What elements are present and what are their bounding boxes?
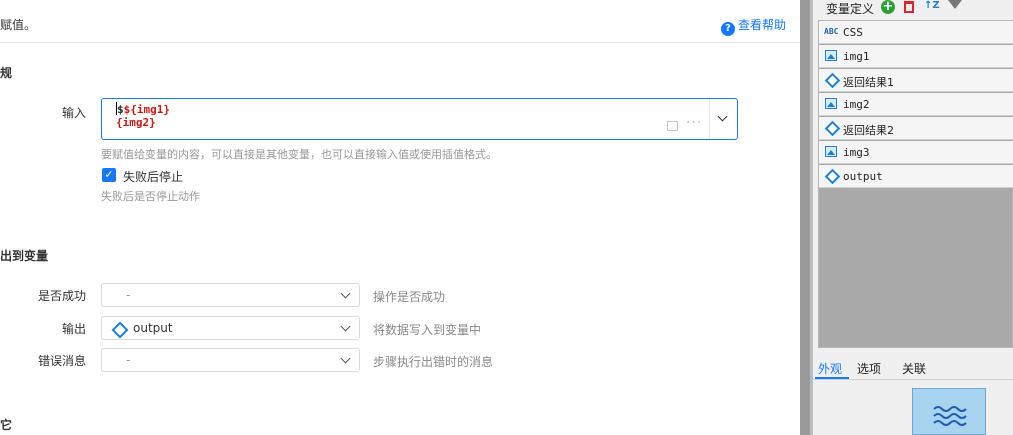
section-title-other: 它	[0, 418, 13, 432]
image-type-icon	[825, 98, 837, 109]
active-tab-indicator	[815, 377, 849, 379]
variable-name: img3	[843, 146, 870, 159]
variable-diamond-icon	[111, 321, 129, 339]
chevron-down-icon	[340, 321, 351, 332]
variable-name: img2	[843, 98, 870, 111]
output-label-output: 输出	[61, 322, 86, 336]
variable-row[interactable]: output	[819, 165, 1013, 188]
input-divider	[709, 99, 710, 139]
section-title-rule: 规	[0, 66, 13, 80]
variable-row[interactable]: img3	[819, 141, 1013, 164]
help-link-label: 查看帮助	[738, 18, 787, 32]
stop-on-fail-checkbox[interactable]: ✓	[102, 168, 116, 182]
section-title-output: 出到变量	[0, 249, 49, 263]
dialog-description: 赋值。	[0, 18, 37, 32]
image-type-icon	[825, 146, 837, 157]
input-hint: 要赋值给变量的内容，可以直接是其他变量，也可以直接输入值或使用插值格式。	[101, 148, 497, 161]
output-label-error: 错误消息	[37, 354, 86, 368]
input-value-editor[interactable]: $${img1} {img2} ···	[101, 98, 738, 140]
object-type-icon	[824, 72, 841, 89]
select-value: -	[126, 353, 131, 367]
stop-on-fail-hint: 失败后是否停止动作	[101, 190, 200, 203]
panel-splitter[interactable]	[800, 0, 810, 435]
delete-icon[interactable]	[904, 1, 914, 13]
image-type-icon	[825, 50, 837, 61]
input-label: 输入	[61, 106, 86, 120]
stop-on-fail-label: 失败后停止	[123, 170, 184, 184]
variable-name: img1	[843, 50, 870, 63]
variable-row[interactable]: img1	[819, 45, 1013, 68]
variables-toolbar-title: 变量定义	[826, 2, 875, 16]
input-dollar: $	[117, 103, 124, 116]
variable-row[interactable]: 返回结果2	[819, 117, 1013, 140]
input-line-2: {img2}	[116, 116, 156, 129]
output-select-error[interactable]: -	[101, 348, 360, 372]
text-type-icon: ABC	[824, 27, 839, 36]
output-label-success: 是否成功	[37, 289, 86, 303]
tab-appearance[interactable]: 外观	[818, 360, 842, 377]
wave-icon	[933, 406, 967, 426]
output-hint-output: 将数据写入到变量中	[373, 323, 482, 337]
expand-icon[interactable]	[667, 121, 678, 131]
output-select-output[interactable]: output	[101, 316, 360, 340]
chevron-down-icon	[340, 288, 351, 299]
chevron-down-icon[interactable]	[717, 111, 728, 122]
variable-name: 返回结果2	[843, 124, 894, 137]
variables-list: ABC CSS img1 返回结果1 img2 返回结果2 img3 outpu…	[818, 20, 1013, 348]
variable-name: 返回结果1	[843, 76, 894, 89]
tab-options[interactable]: 选项	[857, 360, 881, 377]
help-link[interactable]: ? 查看帮助	[721, 16, 786, 36]
select-value: -	[126, 288, 131, 302]
input-var-img1: ${img1}	[123, 103, 170, 116]
add-variable-icon[interactable]: +	[881, 0, 895, 14]
output-hint-error: 步骤执行出错时的消息	[373, 355, 494, 369]
select-value: output	[133, 321, 173, 335]
variable-name: output	[843, 170, 883, 183]
sort-az-icon[interactable]: ↑Z	[924, 0, 940, 11]
object-type-icon	[824, 168, 841, 185]
variable-row[interactable]: 返回结果1	[819, 69, 1013, 92]
header-divider	[0, 42, 800, 43]
assign-variable-dialog: 赋值。 ? 查看帮助 规 输入 $${img1} {img2} ··· 要赋值给变…	[0, 0, 800, 435]
help-icon: ?	[721, 22, 735, 36]
more-icon[interactable]: ···	[686, 115, 702, 131]
filter-icon[interactable]	[948, 0, 962, 9]
chevron-down-icon	[340, 353, 351, 364]
appearance-preview[interactable]	[912, 388, 986, 435]
input-line-1: $${img1}	[116, 102, 170, 117]
variable-row[interactable]: img2	[819, 93, 1013, 116]
output-hint-success: 操作是否成功	[373, 290, 446, 304]
tab-relations[interactable]: 关联	[902, 360, 926, 377]
variable-name: CSS	[843, 26, 863, 39]
object-type-icon	[824, 120, 841, 137]
variable-row[interactable]: ABC CSS	[819, 21, 1013, 44]
output-select-success[interactable]: -	[101, 283, 360, 307]
